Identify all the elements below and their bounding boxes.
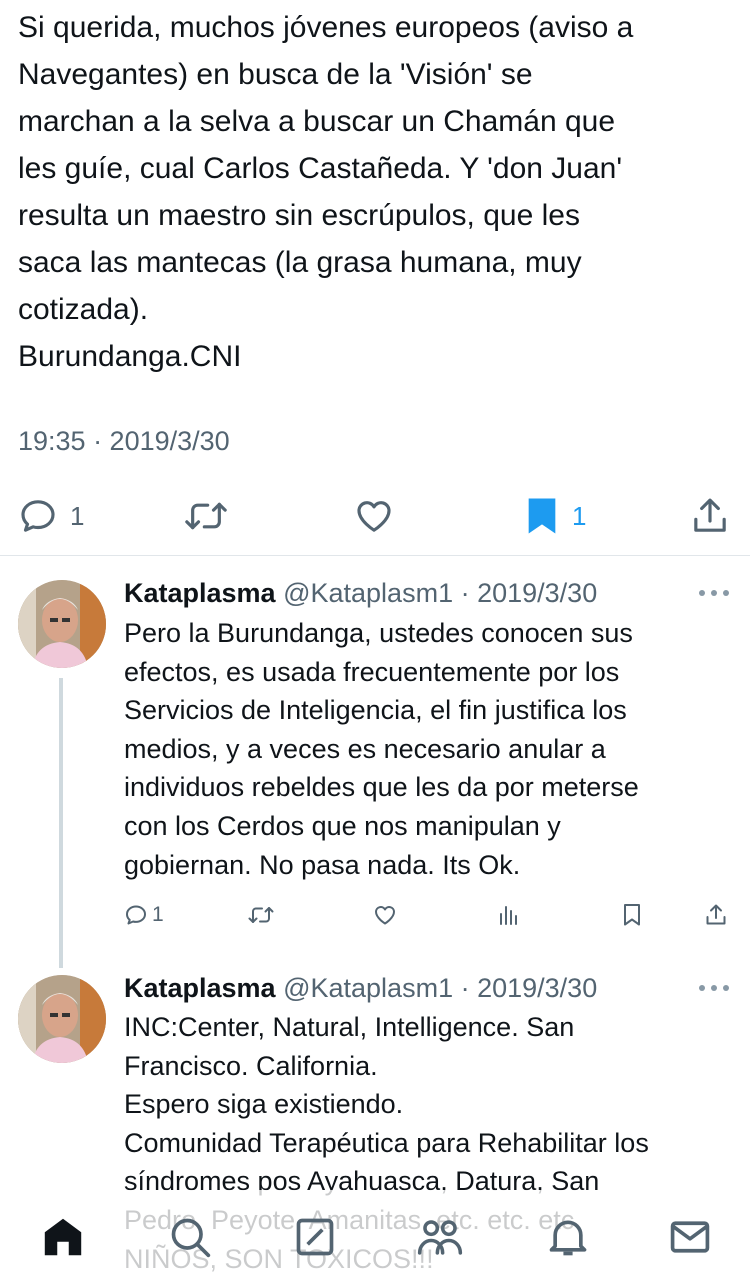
reply-share-button[interactable] <box>704 897 728 933</box>
retweet-icon <box>185 502 227 530</box>
tab-compose[interactable] <box>290 1212 340 1262</box>
home-icon <box>44 1218 82 1256</box>
bookmark-icon <box>528 498 556 534</box>
heart-icon <box>357 501 391 532</box>
reply-retweet-button[interactable] <box>247 897 275 933</box>
bookmark-count: 1 <box>572 500 587 531</box>
retweet-button[interactable] <box>184 488 228 544</box>
reply-date: · 2019/3/30 <box>460 578 598 608</box>
bell-icon <box>549 1220 587 1256</box>
reply-count: 1 <box>152 903 164 926</box>
tab-communities[interactable] <box>415 1212 465 1262</box>
like-button[interactable] <box>354 488 394 544</box>
reply-button[interactable]: 1 <box>18 488 84 544</box>
bookmark-icon <box>624 904 640 926</box>
share-button[interactable] <box>690 488 730 544</box>
author-name[interactable]: Kataplasma <box>124 973 276 1003</box>
author-name[interactable]: Kataplasma <box>124 578 276 608</box>
reply-date: · 2019/3/30 <box>460 973 598 1003</box>
tab-messages[interactable] <box>665 1212 715 1262</box>
more-dots-icon[interactable] <box>698 588 730 598</box>
bar-chart-icon <box>500 906 517 925</box>
more-dots-icon[interactable] <box>698 983 730 993</box>
reply-text: Pero la Burundanga, ustedes conocen sus … <box>124 618 639 880</box>
divider <box>0 555 750 556</box>
share-icon <box>694 498 726 532</box>
bookmark-button[interactable]: 1 <box>524 488 586 544</box>
reply-count: 1 <box>70 500 85 531</box>
author-handle[interactable]: @Kataplasm1 <box>283 973 453 1003</box>
reply-reply-button[interactable]: 1 <box>124 897 164 933</box>
speech-bubble-icon <box>126 905 146 925</box>
mail-icon <box>670 1221 710 1253</box>
search-icon <box>171 1218 211 1258</box>
avatar[interactable] <box>18 975 106 1063</box>
avatar[interactable] <box>18 580 106 668</box>
tweet-timestamp[interactable]: 19:35 · 2019/3/30 <box>18 426 230 457</box>
reply-bookmark-button[interactable] <box>621 897 643 933</box>
bottom-tab-bar <box>0 1190 750 1285</box>
tab-notifications[interactable] <box>543 1212 593 1262</box>
author-handle[interactable]: @Kataplasm1 <box>283 578 453 608</box>
reply-views-button[interactable] <box>497 897 521 933</box>
communities-icon <box>417 1220 463 1255</box>
tab-search[interactable] <box>165 1212 215 1262</box>
compose-icon <box>296 1218 334 1256</box>
main-tweet-actions: 1 1 <box>0 488 750 544</box>
reply-actions: 1 <box>0 897 750 933</box>
reply-header: Kataplasma @Kataplasm1 · 2019/3/30 <box>124 973 597 1004</box>
heart-icon <box>375 906 395 925</box>
speech-bubble-icon <box>21 500 55 532</box>
retweet-icon <box>248 907 274 923</box>
tab-home[interactable] <box>38 1212 88 1262</box>
main-tweet-text: Si querida, muchos jóvenes europeos (avi… <box>18 11 634 373</box>
share-icon <box>706 904 726 925</box>
reply-like-button[interactable] <box>372 897 398 933</box>
reply-header: Kataplasma @Kataplasm1 · 2019/3/30 <box>124 578 597 609</box>
